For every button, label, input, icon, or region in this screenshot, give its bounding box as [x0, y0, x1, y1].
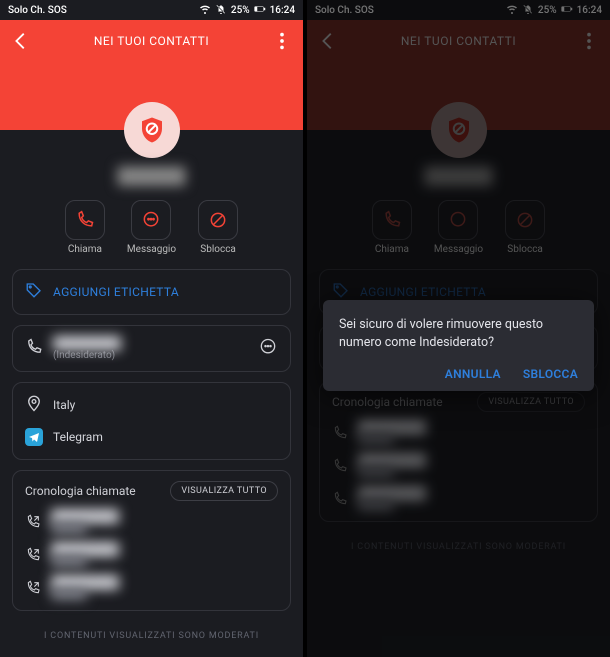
shield-block-icon	[137, 115, 167, 145]
phone-icon	[25, 338, 43, 360]
phone-icon	[75, 210, 95, 230]
header: NEI TUOI CONTATTI	[0, 20, 303, 130]
bell-off-icon	[215, 3, 227, 18]
carrier-text: Solo Ch. SOS	[8, 5, 67, 16]
message-icon	[141, 210, 161, 230]
footer-text: I CONTENUTI VISUALIZZATI SONO MODERATI	[12, 621, 291, 647]
battery-icon	[254, 3, 266, 18]
call-button[interactable]: Chiama	[65, 200, 105, 255]
outgoing-call-icon	[25, 580, 41, 596]
action-row: Chiama Messaggio Sblocca	[12, 200, 291, 255]
screenshot-right: Solo Ch. SOS 25% 16:24 NEI TUOI CONTATTI	[307, 0, 610, 657]
dialog-message: Sei sicuro di volere rimuovere questo nu…	[339, 316, 578, 351]
avatar	[124, 102, 180, 158]
sms-button[interactable]	[258, 337, 278, 361]
unblock-button[interactable]: Sblocca	[198, 200, 238, 255]
telegram-row[interactable]: Telegram	[25, 425, 278, 449]
outgoing-call-icon	[25, 547, 41, 563]
clock-text: 16:24	[270, 5, 295, 16]
history-item[interactable]: █████████████	[25, 575, 278, 600]
dialog-cancel-button[interactable]: ANNULLA	[445, 367, 501, 381]
country-text: Italy	[53, 398, 75, 412]
phone-tag: (Indesiderato)	[53, 350, 121, 361]
page-title: NEI TUOI CONTATTI	[32, 34, 271, 48]
telegram-text: Telegram	[53, 430, 103, 444]
add-label-text: AGGIUNGI ETICHETTA	[53, 285, 179, 299]
overflow-menu-button[interactable]	[271, 30, 293, 52]
contact-name: ██████	[12, 166, 291, 186]
info-card: Italy Telegram	[12, 382, 291, 460]
call-label: Chiama	[68, 244, 102, 255]
battery-text: 25%	[231, 5, 250, 16]
history-item[interactable]: █████████████	[25, 542, 278, 567]
phone-number[interactable]: ████████	[53, 336, 121, 350]
dialog-confirm-button[interactable]: SBLOCCA	[523, 367, 578, 381]
confirm-dialog: Sei sicuro di volere rimuovere questo nu…	[323, 300, 594, 391]
country-row[interactable]: Italy	[25, 393, 278, 417]
block-icon	[208, 210, 228, 230]
status-bar: Solo Ch. SOS 25% 16:24	[0, 0, 303, 20]
tag-icon	[25, 281, 43, 303]
view-all-button[interactable]: VISUALIZZA TUTTO	[170, 481, 278, 501]
message-label: Messaggio	[127, 244, 176, 255]
back-button[interactable]	[10, 30, 32, 52]
telegram-icon	[25, 428, 43, 446]
unblock-label: Sblocca	[200, 244, 236, 255]
history-item[interactable]: █████████████	[25, 509, 278, 534]
add-label-card[interactable]: AGGIUNGI ETICHETTA	[12, 269, 291, 315]
wifi-icon	[199, 3, 211, 18]
history-title: Cronologia chiamate	[25, 484, 136, 498]
message-button[interactable]: Messaggio	[127, 200, 176, 255]
screenshot-left: Solo Ch. SOS 25% 16:24 NEI TUOI CONTATTI	[0, 0, 303, 657]
outgoing-call-icon	[25, 514, 41, 530]
phone-card: ████████ (Indesiderato)	[12, 325, 291, 372]
history-card: Cronologia chiamate VISUALIZZA TUTTO ███…	[12, 470, 291, 611]
pin-icon	[25, 394, 43, 416]
